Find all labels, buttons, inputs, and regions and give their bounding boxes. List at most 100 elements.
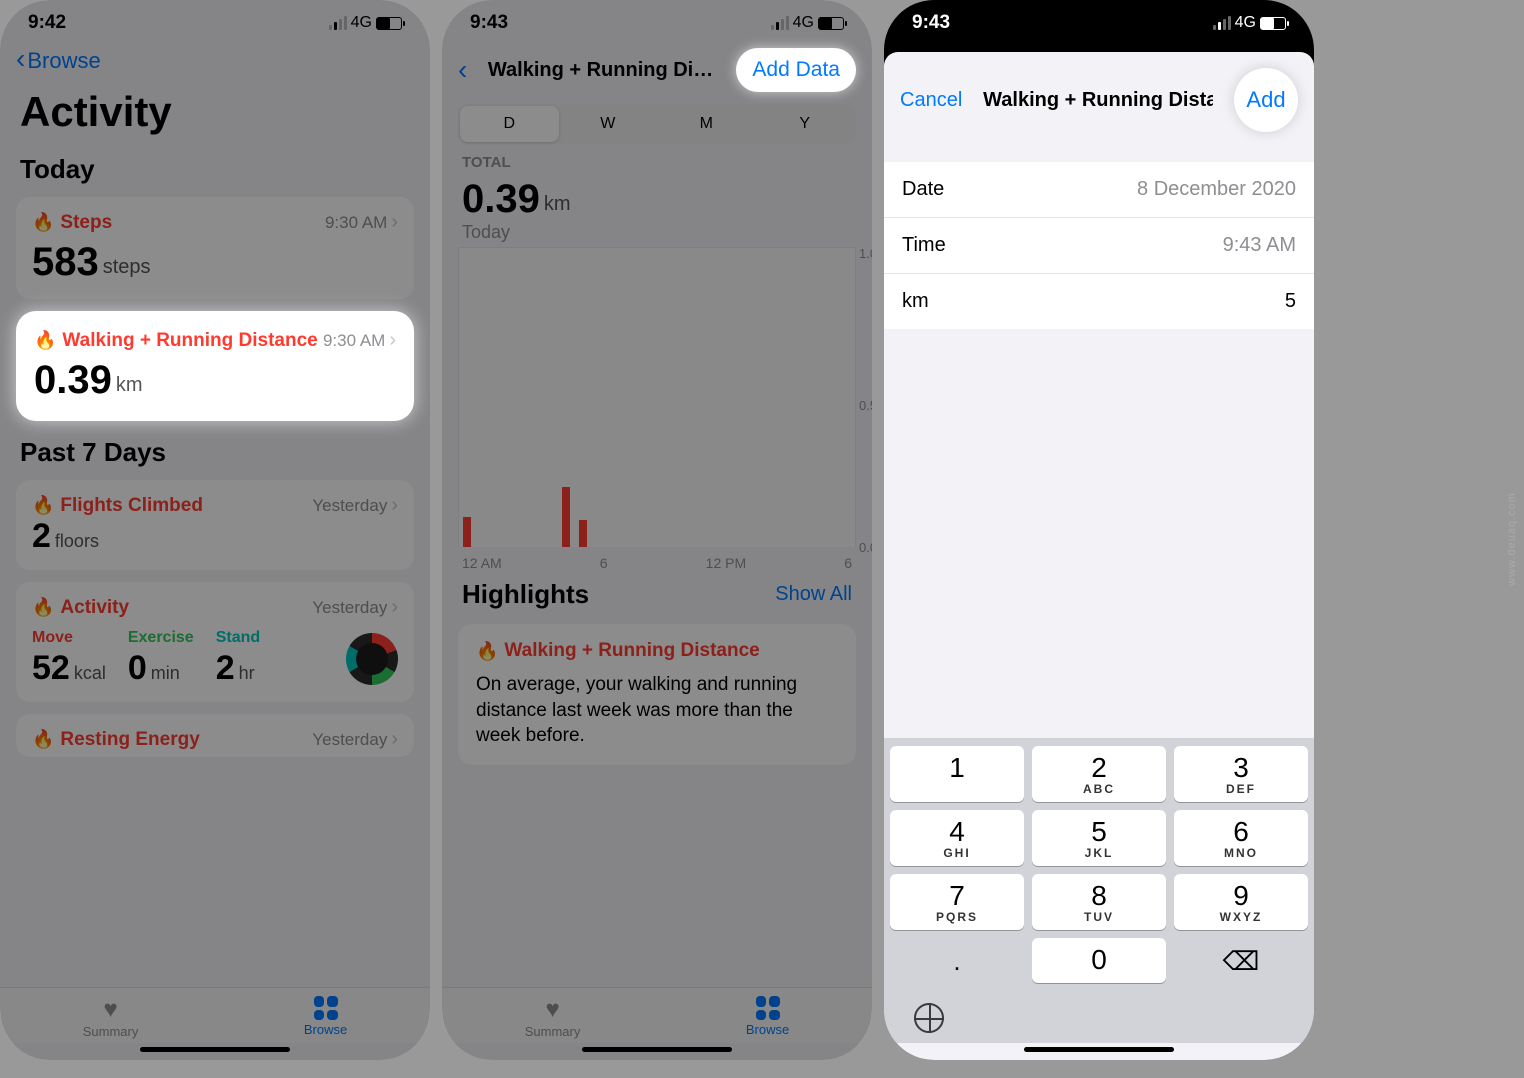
flame-icon: 🔥 bbox=[32, 597, 54, 618]
stand-unit: hr bbox=[239, 663, 255, 684]
status-time: 9:43 bbox=[470, 12, 508, 34]
key-0[interactable]: 0 bbox=[1032, 938, 1166, 983]
flame-icon: 🔥 bbox=[476, 641, 498, 662]
key-7[interactable]: 7PQRS bbox=[890, 874, 1024, 930]
x-axis: 12 AM 6 12 PM 6 bbox=[442, 553, 872, 571]
seg-week[interactable]: W bbox=[559, 106, 658, 142]
tab-label: Browse bbox=[304, 1022, 347, 1037]
tab-label: Summary bbox=[83, 1024, 139, 1039]
key-6[interactable]: 6MNO bbox=[1174, 810, 1308, 866]
signal-icon bbox=[771, 16, 789, 30]
card-resting-energy[interactable]: 🔥Resting Energy Yesterday› bbox=[16, 714, 414, 757]
nav-bar: ‹Browse bbox=[0, 40, 430, 82]
back-button[interactable]: ‹ bbox=[458, 62, 467, 79]
row-km[interactable]: km5 bbox=[884, 274, 1314, 329]
globe-icon[interactable] bbox=[914, 1003, 944, 1033]
move-label: Move bbox=[32, 629, 106, 647]
nav-title: Walking + Running Distance bbox=[488, 59, 718, 82]
status-time: 9:42 bbox=[28, 12, 66, 34]
card-time: Yesterday bbox=[312, 730, 387, 749]
walk-unit: km bbox=[116, 374, 143, 397]
flame-icon: 🔥 bbox=[34, 330, 56, 351]
exercise-label: Exercise bbox=[128, 629, 194, 647]
card-time: 9:30 AM bbox=[323, 331, 385, 350]
card-activity[interactable]: 🔥Activity Yesterday› Move 52kcal Exercis… bbox=[16, 582, 414, 702]
key-9[interactable]: 9WXYZ bbox=[1174, 874, 1308, 930]
stand-label: Stand bbox=[216, 629, 260, 647]
card-walking-running[interactable]: 🔥Walking + Running Distance 9:30 AM› 0.3… bbox=[16, 311, 414, 421]
tab-browse[interactable]: Browse bbox=[304, 996, 347, 1039]
seg-month[interactable]: M bbox=[657, 106, 756, 142]
total-unit: km bbox=[544, 193, 571, 216]
keyboard-footer bbox=[884, 989, 1314, 1043]
key-delete[interactable]: ⌫ bbox=[1174, 938, 1308, 983]
back-button[interactable]: ‹Browse bbox=[16, 48, 101, 74]
delete-icon: ⌫ bbox=[1223, 946, 1260, 977]
row-value: 9:43 AM bbox=[1223, 234, 1296, 257]
card-steps[interactable]: 🔥Steps 9:30 AM› 583steps bbox=[16, 197, 414, 299]
highlights-title: Highlights bbox=[462, 579, 589, 610]
signal-icon bbox=[329, 16, 347, 30]
key-2[interactable]: 2ABC bbox=[1032, 746, 1166, 802]
tab-summary[interactable]: ♥Summary bbox=[525, 996, 581, 1039]
back-label: Browse bbox=[27, 48, 100, 73]
activity-ring-icon bbox=[346, 633, 398, 685]
highlight-card[interactable]: 🔥Walking + Running Distance On average, … bbox=[458, 624, 856, 765]
section-past7: Past 7 Days bbox=[0, 427, 430, 474]
card-flights[interactable]: 🔥Flights Climbed Yesterday› 2floors bbox=[16, 480, 414, 570]
modal-navbar: Cancel Walking + Running Distance Add bbox=[884, 52, 1314, 142]
key-4[interactable]: 4GHI bbox=[890, 810, 1024, 866]
network-label: 4G bbox=[793, 14, 814, 32]
grid-icon bbox=[314, 996, 338, 1020]
add-data-button[interactable]: Add Data bbox=[736, 48, 856, 92]
flights-value: 2 bbox=[32, 517, 51, 556]
modal-title: Walking + Running Distance bbox=[983, 89, 1213, 112]
chevron-right-icon: › bbox=[391, 494, 398, 516]
add-button[interactable]: Add bbox=[1234, 68, 1298, 132]
signal-icon bbox=[1213, 16, 1231, 30]
range-segmented[interactable]: D W M Y bbox=[458, 104, 856, 144]
flame-icon: 🔥 bbox=[32, 495, 54, 516]
battery-icon bbox=[818, 17, 844, 30]
seg-day[interactable]: D bbox=[460, 106, 559, 142]
home-indicator[interactable] bbox=[1024, 1047, 1174, 1052]
watermark: www.deuaq.com bbox=[1506, 492, 1518, 586]
key-8[interactable]: 8TUV bbox=[1032, 874, 1166, 930]
heart-icon: ♥ bbox=[545, 996, 559, 1022]
battery-icon bbox=[1260, 17, 1286, 30]
row-value: 8 December 2020 bbox=[1137, 178, 1296, 201]
flame-icon: 🔥 bbox=[32, 212, 54, 233]
home-indicator[interactable] bbox=[582, 1047, 732, 1052]
move-unit: kcal bbox=[74, 663, 106, 684]
cancel-button[interactable]: Cancel bbox=[900, 89, 962, 112]
home-indicator[interactable] bbox=[140, 1047, 290, 1052]
tab-bar: ♥Summary Browse bbox=[0, 987, 430, 1043]
ytick: 1.0 bbox=[859, 246, 872, 261]
add-label: Add bbox=[1246, 87, 1285, 113]
row-date[interactable]: Date8 December 2020 bbox=[884, 162, 1314, 218]
chevron-right-icon: › bbox=[389, 329, 396, 351]
card-title: Resting Energy bbox=[60, 729, 199, 751]
status-time: 9:43 bbox=[912, 12, 950, 34]
key-dot[interactable]: . bbox=[890, 938, 1024, 983]
screenshot-detail: 9:43 4G ‹ Walking + Running Distance Add… bbox=[442, 0, 872, 1060]
show-all-button[interactable]: Show All bbox=[775, 583, 852, 606]
highlight-body: On average, your walking and running dis… bbox=[476, 672, 838, 749]
nav-bar: ‹ Walking + Running Distance Add Data bbox=[442, 40, 872, 100]
row-time[interactable]: Time 9:43 AM bbox=[884, 218, 1314, 274]
total-value: 0.39 bbox=[462, 177, 540, 222]
key-1[interactable]: 1 bbox=[890, 746, 1024, 802]
xtick: 6 bbox=[844, 555, 852, 571]
card-title: Activity bbox=[60, 597, 129, 619]
key-3[interactable]: 3DEF bbox=[1174, 746, 1308, 802]
ytick: 0.0 bbox=[859, 540, 872, 555]
seg-year[interactable]: Y bbox=[756, 106, 855, 142]
form: Date8 December 2020 Time 9:43 AM km5 bbox=[884, 162, 1314, 329]
tab-summary[interactable]: ♥Summary bbox=[83, 996, 139, 1039]
walk-value: 0.39 bbox=[34, 358, 112, 403]
tab-browse[interactable]: Browse bbox=[746, 996, 789, 1039]
chevron-left-icon: ‹ bbox=[16, 43, 25, 74]
hourly-chart[interactable]: 1.0 0.5 0.0 bbox=[458, 247, 856, 547]
key-5[interactable]: 5JKL bbox=[1032, 810, 1166, 866]
row-label: Time bbox=[902, 234, 946, 257]
